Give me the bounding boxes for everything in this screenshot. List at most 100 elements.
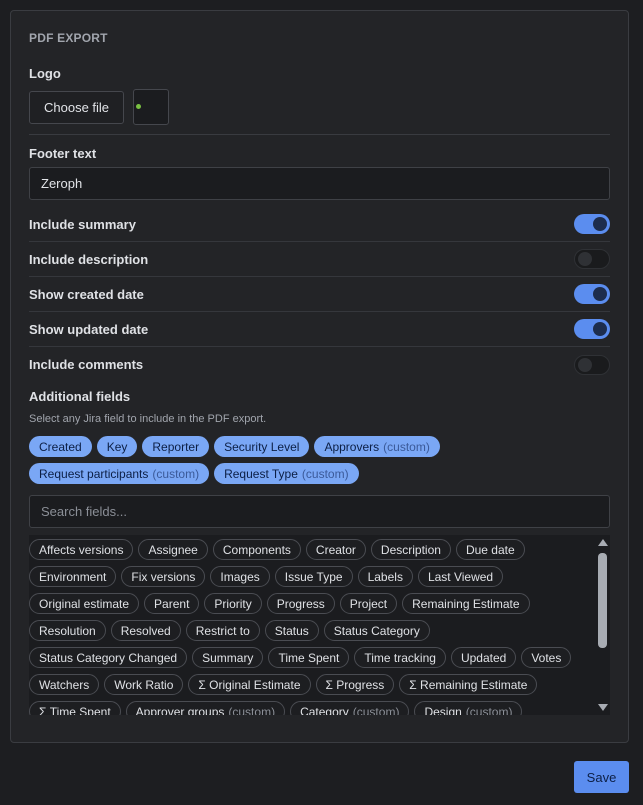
field-chip[interactable]: Resolution	[29, 620, 106, 641]
footer-text-input[interactable]: Zeroph	[29, 167, 610, 200]
field-chip-label: Due date	[465, 542, 515, 557]
field-chip-label: Description	[380, 542, 441, 557]
field-chip-custom-tag: (custom)	[383, 439, 430, 454]
field-chip-label: Priority	[214, 596, 252, 611]
toggle-knob	[578, 252, 592, 266]
save-button[interactable]: Save	[574, 761, 629, 793]
logo-preview	[133, 89, 170, 125]
field-chip[interactable]: Images	[210, 566, 270, 587]
field-chip-label: Approvers	[324, 439, 380, 454]
field-chip[interactable]: Approver groups (custom)	[125, 701, 286, 715]
field-chip-label: Labels	[367, 569, 403, 584]
additional-fields-label: Additional fields	[29, 389, 131, 404]
show-updated-date-toggle[interactable]	[574, 319, 610, 339]
field-chip-label: Reporter	[152, 439, 200, 454]
selected-field-chip[interactable]: Request participants (custom)	[29, 463, 210, 484]
field-chip[interactable]: Votes	[521, 647, 572, 668]
scrollbar-thumb[interactable]	[598, 553, 607, 648]
field-chip-label: Work Ratio	[114, 677, 174, 692]
choose-file-button[interactable]: Choose file	[29, 90, 125, 124]
field-chip[interactable]: Remaining Estimate	[402, 593, 530, 614]
selected-field-chip[interactable]: Security Level	[214, 436, 310, 457]
field-chip[interactable]: Issue Type	[274, 566, 353, 587]
field-chip-label: Restrict to	[195, 623, 250, 638]
scroll-down-icon[interactable]	[598, 704, 608, 711]
include-summary-toggle[interactable]	[574, 214, 610, 234]
toggle-knob	[593, 217, 607, 231]
field-chip[interactable]: Σ Time Spent	[29, 701, 121, 715]
field-chip[interactable]: Restrict to	[185, 620, 260, 641]
field-chip-label: Original estimate	[39, 596, 130, 611]
field-chip[interactable]: Status	[264, 620, 319, 641]
field-chip-custom-tag: (custom)	[152, 466, 200, 481]
field-chip[interactable]: Time Spent	[268, 647, 350, 668]
field-chip[interactable]: Summary	[192, 647, 264, 668]
toggle-row-show-created-date: Show created date	[29, 277, 610, 312]
selected-field-chip[interactable]: Reporter	[142, 436, 210, 457]
field-chip-label: Progress	[276, 596, 325, 611]
field-chip-label: Design	[424, 704, 462, 716]
toggle-label: Include comments	[29, 357, 144, 372]
field-chip-label: Updated	[460, 650, 507, 665]
field-chip[interactable]: Creator	[305, 539, 366, 560]
field-chip[interactable]: Original estimate	[29, 593, 140, 614]
field-chip-label: Remaining Estimate	[412, 596, 520, 611]
field-chip[interactable]: Progress	[266, 593, 335, 614]
field-chip[interactable]: Due date	[455, 539, 525, 560]
field-chip[interactable]: Fix versions	[121, 566, 206, 587]
fields-scrollbar[interactable]	[595, 535, 610, 715]
field-chip[interactable]: Status Category Changed	[29, 647, 188, 668]
search-fields-input[interactable]: Search fields...	[29, 495, 610, 528]
field-chip-label: Images	[220, 569, 260, 584]
field-chip-label: Affects versions	[39, 542, 124, 557]
selected-field-chip[interactable]: Key	[96, 436, 138, 457]
scroll-up-icon[interactable]	[598, 539, 608, 546]
field-chip-label: Status Category	[333, 623, 420, 638]
field-chip-label: Creator	[315, 542, 356, 557]
field-chip-label: Resolution	[39, 623, 96, 638]
field-chip[interactable]: Σ Original Estimate	[188, 674, 311, 695]
field-chip[interactable]: Design (custom)	[414, 701, 523, 716]
field-chip-label: Σ Time Spent	[39, 704, 111, 716]
field-chip[interactable]: Priority	[204, 593, 262, 614]
field-chip-label: Fix versions	[131, 569, 196, 584]
field-chip[interactable]: Parent	[144, 593, 200, 614]
field-chip-label: Watchers	[39, 677, 90, 692]
field-chip[interactable]: Environment	[29, 566, 117, 587]
field-chip-custom-tag: (custom)	[465, 704, 513, 716]
field-chip-label: Environment	[39, 569, 107, 584]
field-chip[interactable]: Status Category	[323, 620, 430, 641]
field-chip[interactable]: Work Ratio	[104, 674, 184, 695]
field-chip[interactable]: Resolved	[110, 620, 181, 641]
selected-field-chip[interactable]: Approvers (custom)	[314, 436, 440, 457]
field-chip[interactable]: Components	[212, 539, 301, 560]
field-chip[interactable]: Category (custom)	[290, 701, 410, 716]
show-created-date-toggle[interactable]	[574, 284, 610, 304]
field-chip[interactable]: Watchers	[29, 674, 100, 695]
selected-field-chip[interactable]: Created	[29, 436, 92, 457]
toggle-label: Show created date	[29, 286, 144, 302]
field-chip[interactable]: Assignee	[138, 539, 208, 560]
field-chip[interactable]: Time tracking	[354, 647, 446, 668]
field-chip[interactable]: Updated	[450, 647, 517, 668]
field-chip-label: Σ Remaining Estimate	[409, 677, 528, 692]
field-chip[interactable]: Project	[339, 593, 398, 614]
toggle-label: Include summary	[29, 216, 136, 232]
selected-field-chip[interactable]: Request Type (custom)	[214, 463, 359, 484]
field-chip-label: Request Type	[224, 466, 298, 481]
field-chip-label: Created	[39, 439, 82, 454]
field-chip-label: Votes	[531, 650, 562, 665]
field-chip-label: Parent	[154, 596, 190, 611]
field-chip[interactable]: Labels	[357, 566, 413, 587]
field-chip[interactable]: Σ Remaining Estimate	[399, 674, 538, 695]
field-chip[interactable]: Affects versions	[29, 539, 134, 560]
field-chip-label: Category	[300, 704, 349, 716]
include-comments-toggle[interactable]	[574, 354, 610, 375]
toggle-knob	[593, 287, 607, 301]
field-chip-custom-tag: (custom)	[301, 466, 349, 481]
field-chip[interactable]: Description	[370, 539, 451, 560]
field-chip[interactable]: Σ Progress	[315, 674, 395, 695]
available-fields-list: Affects versions Assignee Components Creato…	[29, 535, 610, 715]
include-description-toggle[interactable]	[574, 249, 610, 269]
field-chip[interactable]: Last Viewed	[417, 566, 504, 587]
